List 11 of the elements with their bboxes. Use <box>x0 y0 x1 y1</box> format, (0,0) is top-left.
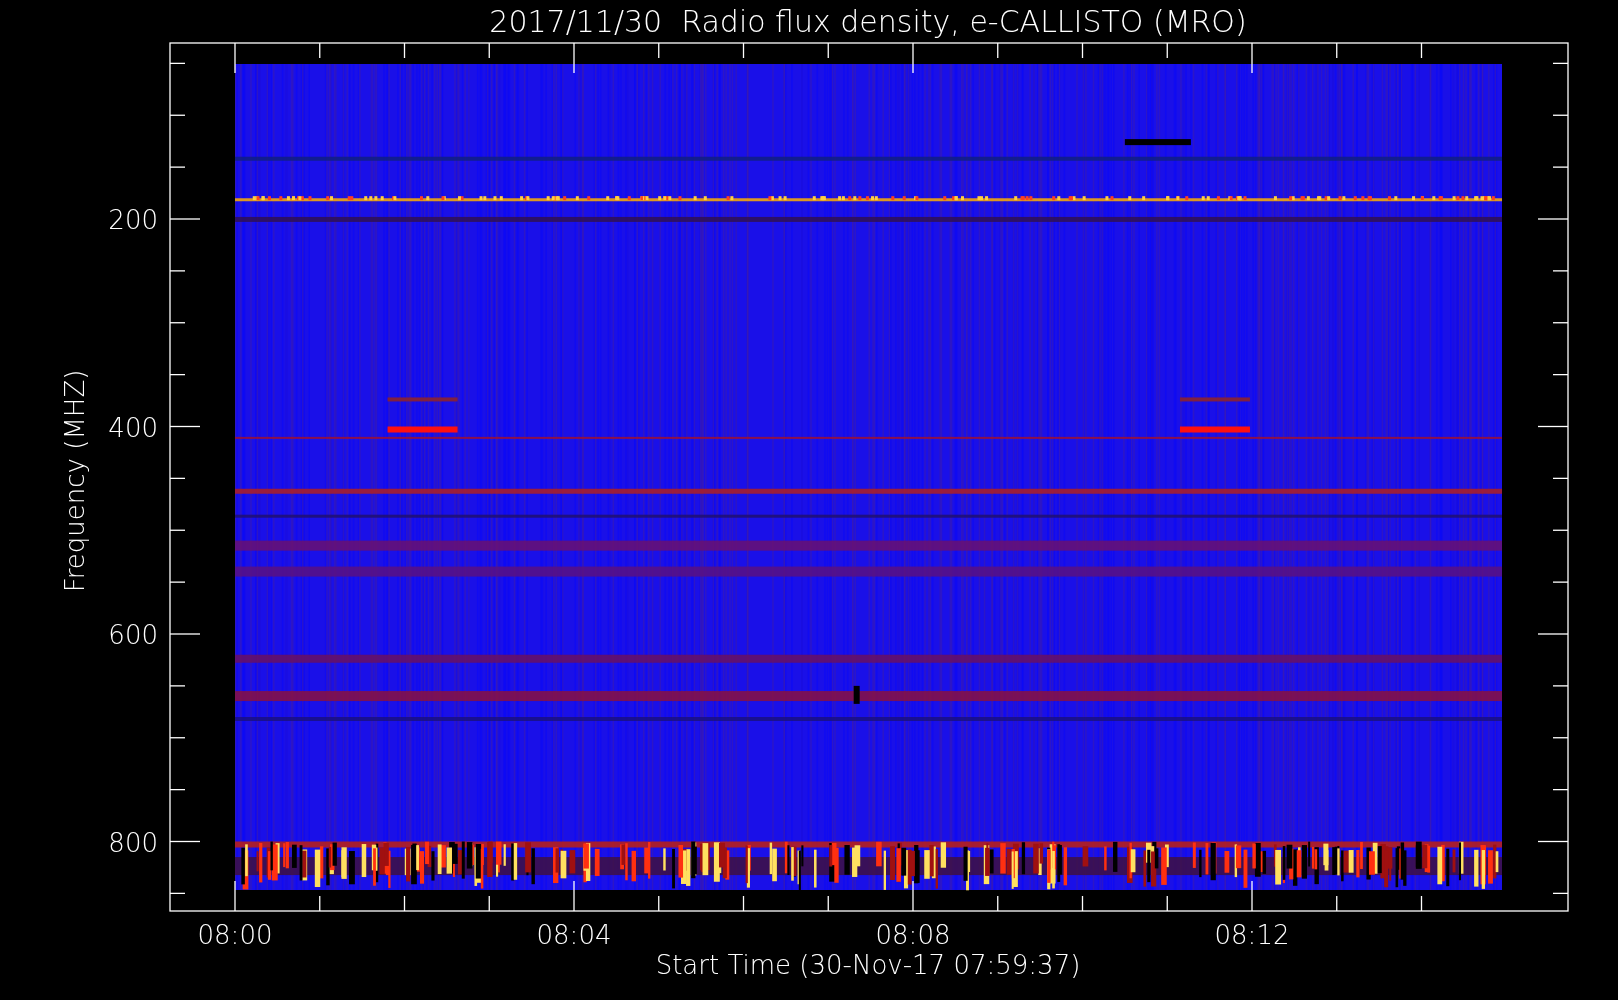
y-tick-label: 600 <box>108 620 158 650</box>
x-tick-label: 08:04 <box>536 920 612 950</box>
x-tick-label: 08:00 <box>197 920 273 950</box>
x-axis-label: Start Time (30-Nov-17 07:59:37) <box>655 950 1081 980</box>
x-tick-label: 08:12 <box>1214 920 1290 950</box>
y-axis-label: Frequency (MHZ) <box>60 369 90 593</box>
x-tick-label: 08:08 <box>875 920 951 950</box>
y-tick-label: 800 <box>108 827 158 858</box>
y-tick-label: 200 <box>108 205 158 235</box>
plot-title: 2017/11/30 Radio flux density, e-CALLISTO (MRO) <box>489 4 1247 39</box>
y-tick-label: 400 <box>108 412 158 443</box>
